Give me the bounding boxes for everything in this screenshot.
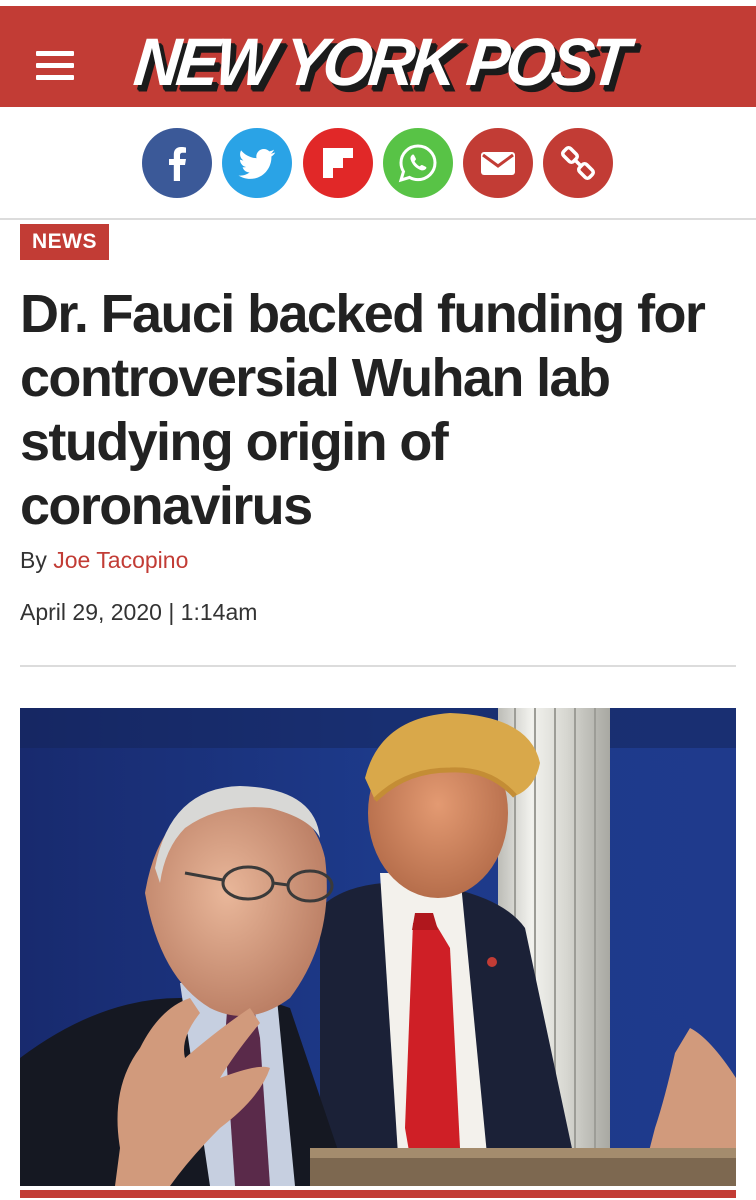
twitter-icon xyxy=(238,149,276,179)
link-icon xyxy=(561,146,595,180)
email-icon xyxy=(481,152,515,175)
byline-prefix: By xyxy=(20,547,54,573)
twitter-share-button[interactable] xyxy=(222,128,292,198)
publish-date: April 29, 2020 | 1:14am xyxy=(20,599,258,625)
facebook-share-button[interactable] xyxy=(142,128,212,198)
copy-link-button[interactable] xyxy=(543,128,613,198)
facebook-icon xyxy=(169,147,186,181)
author-link[interactable]: Joe Tacopino xyxy=(53,547,188,573)
flipboard-share-button[interactable] xyxy=(303,128,373,198)
whatsapp-icon xyxy=(398,144,437,183)
press-briefing-photo xyxy=(20,708,736,1186)
article-headline: Dr. Fauci backed funding for controversi… xyxy=(20,284,706,536)
email-share-button[interactable] xyxy=(463,128,533,198)
flipboard-icon xyxy=(323,148,353,178)
header-divider xyxy=(0,218,756,220)
share-bar xyxy=(0,128,756,198)
lead-photo xyxy=(20,708,736,1186)
section-tag[interactable]: NEWS xyxy=(20,224,109,260)
site-logo[interactable]: NEW YORK POST xyxy=(131,20,630,104)
site-header: NEW YORK POST xyxy=(0,6,756,107)
hamburger-menu-icon[interactable] xyxy=(36,51,74,83)
byline: By Joe Tacopino xyxy=(20,547,188,574)
footer-accent-bar xyxy=(20,1190,736,1198)
article-divider xyxy=(20,665,736,667)
whatsapp-share-button[interactable] xyxy=(383,128,453,198)
